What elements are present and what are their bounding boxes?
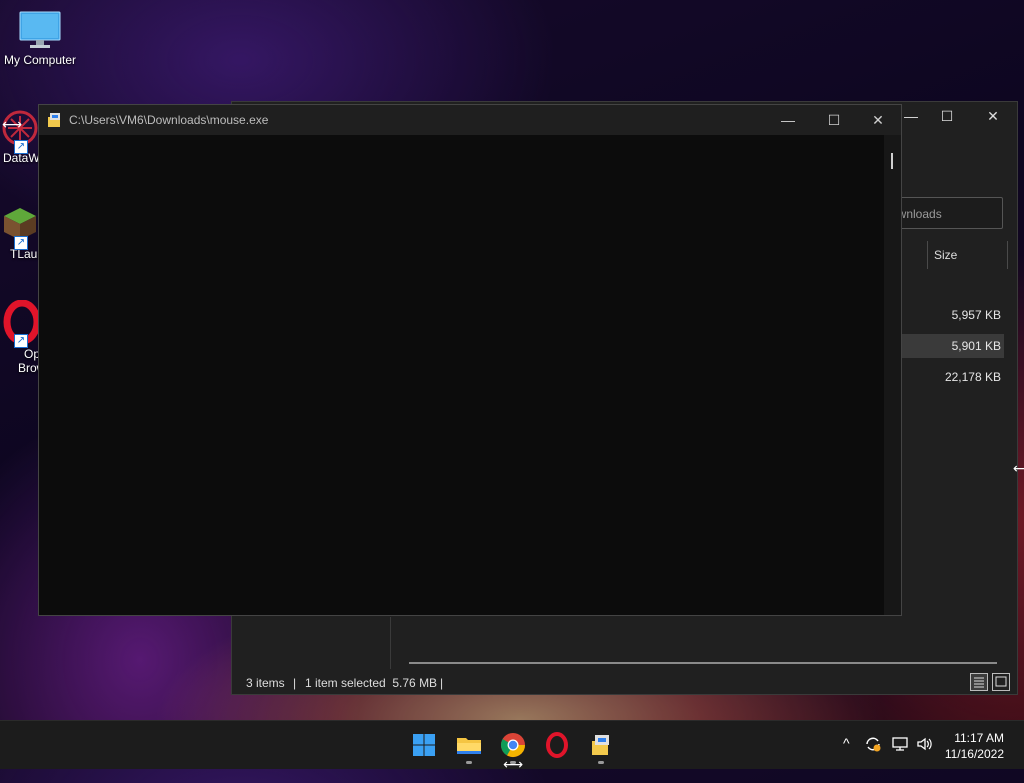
console-app-icon bbox=[592, 735, 609, 755]
console-scroll-thumb[interactable] bbox=[891, 153, 893, 169]
resize-cursor-icon: ⟷ bbox=[2, 116, 23, 132]
shortcut-arrow-icon: ↗ bbox=[14, 334, 28, 348]
clock-time: 11:17 AM bbox=[954, 731, 1004, 745]
tiles-view-button[interactable] bbox=[992, 673, 1010, 691]
tiles-view-icon bbox=[995, 676, 1007, 687]
file-size: 5,957 KB bbox=[951, 308, 1001, 322]
explorer-maximize-button[interactable]: ☐ bbox=[930, 108, 964, 130]
network-icon bbox=[892, 737, 908, 751]
status-bar: 3 items | 1 item selected 5.76 MB | bbox=[232, 672, 1017, 694]
taskbar-opera[interactable] bbox=[541, 729, 573, 761]
explorer-close-button[interactable]: ✕ bbox=[976, 108, 1010, 130]
tray-chevron[interactable]: ^ bbox=[843, 735, 850, 783]
column-divider bbox=[927, 241, 928, 269]
clock-date: 11/16/2022 bbox=[944, 747, 1004, 761]
update-icon[interactable] bbox=[864, 735, 882, 783]
update-icon bbox=[866, 737, 881, 752]
details-view-button[interactable] bbox=[970, 673, 988, 691]
horizontal-scrollbar[interactable] bbox=[409, 662, 997, 664]
opera-icon bbox=[546, 732, 568, 758]
shortcut-arrow-icon: ↗ bbox=[14, 140, 28, 154]
start-button[interactable] bbox=[408, 729, 440, 761]
status-item-count: 3 items bbox=[246, 676, 285, 690]
console-maximize-button[interactable]: ☐ bbox=[811, 105, 857, 135]
console-app-icon bbox=[48, 113, 60, 127]
network-icon[interactable] bbox=[891, 735, 909, 783]
volume-icon[interactable] bbox=[916, 735, 934, 783]
details-view-icon bbox=[974, 677, 984, 688]
column-header-size[interactable]: Size bbox=[934, 248, 957, 262]
console-window[interactable]: C:\Users\VM6\Downloads\mouse.exe — ☐ ✕ bbox=[38, 104, 902, 616]
file-size: 22,178 KB bbox=[944, 370, 1001, 384]
volume-icon bbox=[917, 737, 932, 751]
column-divider bbox=[1007, 241, 1008, 269]
status-divider: | bbox=[440, 676, 444, 690]
resize-cursor-icon: ⟵ bbox=[1013, 460, 1024, 476]
folder-icon bbox=[457, 738, 481, 754]
file-size[interactable]: 5,901 KB bbox=[952, 339, 1001, 353]
desktop-icon-label: Brow bbox=[18, 361, 46, 375]
status-divider: | bbox=[293, 676, 297, 690]
status-selection: 1 item selected 5.76 MB bbox=[305, 676, 438, 690]
resize-cursor-icon: ⟷ bbox=[503, 756, 524, 772]
console-title: C:\Users\VM6\Downloads\mouse.exe bbox=[69, 113, 269, 127]
console-scrollbar[interactable] bbox=[884, 135, 901, 615]
shortcut-arrow-icon: ↗ bbox=[14, 236, 28, 250]
console-close-button[interactable]: ✕ bbox=[855, 105, 901, 135]
desktop-icon-label: My Computer bbox=[3, 53, 77, 67]
desktop-icon-my-computer[interactable]: My Computer bbox=[0, 10, 80, 67]
console-titlebar[interactable]: C:\Users\VM6\Downloads\mouse.exe — ☐ ✕ bbox=[39, 105, 901, 135]
windows-start-icon bbox=[413, 734, 435, 756]
taskbar-file-explorer[interactable] bbox=[453, 729, 485, 761]
desktop-icon-tlauncher[interactable]: ↗ TLaun bbox=[0, 204, 44, 261]
running-indicator bbox=[598, 761, 604, 764]
desktop-icon-opera[interactable]: ↗ Op Brow bbox=[0, 299, 46, 375]
running-indicator bbox=[466, 761, 472, 764]
system-clock[interactable]: 11:17 AM 11/16/2022 bbox=[945, 730, 1004, 762]
monitor-icon bbox=[19, 11, 61, 48]
taskbar-console-app[interactable] bbox=[585, 729, 617, 761]
navigation-pane[interactable] bbox=[232, 617, 391, 669]
console-minimize-button[interactable]: — bbox=[765, 105, 811, 135]
